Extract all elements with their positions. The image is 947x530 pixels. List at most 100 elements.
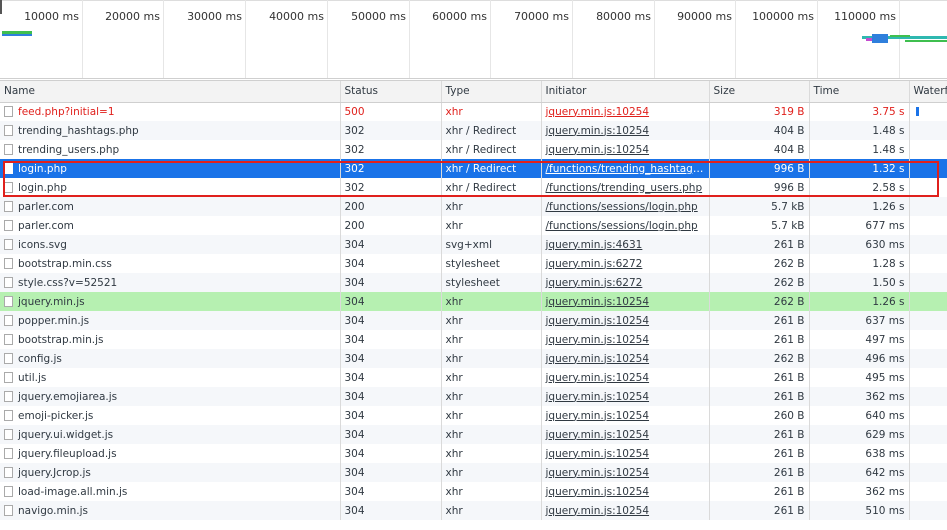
cell-name[interactable]: feed.php?initial=1 [0,102,340,121]
initiator-link[interactable]: jquery.min.js:10254 [546,391,650,403]
table-row[interactable]: util.js 304 xhr jquery.min.js:10254 261 B 495… [0,368,947,387]
initiator-link[interactable]: jquery.min.js:6272 [546,277,643,289]
initiator-link[interactable]: jquery.min.js:10254 [546,334,650,346]
cell-initiator: jquery.min.js:10254 [540,406,709,425]
table-row[interactable]: navigo.min.js 304 xhr jquery.min.js:10254 26… [0,501,947,520]
request-name[interactable]: parler.com [18,220,74,232]
cell-name[interactable]: bootstrap.min.js [0,330,340,349]
cell-name[interactable]: trending_hashtags.php [0,121,340,140]
column-header-initiator[interactable]: Initiator [540,81,709,103]
cell-initiator: jquery.min.js:10254 [540,387,709,406]
cell-name[interactable]: util.js [0,368,340,387]
table-row[interactable]: feed.php?initial=1 500 xhr jquery.min.js:10… [0,102,947,121]
initiator-link[interactable]: jquery.min.js:10254 [546,106,650,118]
request-name[interactable]: bootstrap.min.css [18,258,112,270]
request-name[interactable]: config.js [18,353,62,365]
table-row[interactable]: jquery.ui.widget.js 304 xhr jquery.min.js:1… [0,425,947,444]
file-icon [4,371,13,383]
cell-name[interactable]: jquery.fileupload.js [0,444,340,463]
initiator-link[interactable]: jquery.min.js:10254 [546,125,650,137]
cell-name[interactable]: navigo.min.js [0,501,340,520]
initiator-link[interactable]: /functions/sessions/login.php [546,201,698,213]
table-row[interactable]: parler.com 200 xhr/functions/sessions/logi… [0,197,947,216]
initiator-link[interactable]: jquery.min.js:10254 [546,353,650,365]
initiator-link[interactable]: jquery.min.js:10254 [546,505,650,517]
cell-name[interactable]: login.php [0,178,340,197]
table-row[interactable]: load-image.all.min.js 304 xhr jquery.min.js… [0,482,947,501]
cell-name[interactable]: jquery.ui.widget.js [0,425,340,444]
request-name[interactable]: util.js [18,372,46,384]
table-row[interactable]: jquery.min.js 304 xhr jquery.min.js:10254 26… [0,292,947,311]
initiator-link[interactable]: jquery.min.js:6272 [546,258,643,270]
table-row[interactable]: popper.min.js 304 xhr jquery.min.js:10254 26… [0,311,947,330]
initiator-link[interactable]: /functions/trending_hashtags.p... [546,163,710,175]
cell-name[interactable]: parler.com [0,216,340,235]
request-name[interactable]: icons.svg [18,239,67,251]
initiator-link[interactable]: jquery.min.js:10254 [546,448,650,460]
table-row[interactable]: login.php 302 xhr / Redirect/functions/tre… [0,178,947,197]
initiator-link[interactable]: jquery.min.js:10254 [546,315,650,327]
table-row[interactable]: jquery.Jcrop.js 304 xhr jquery.min.js:10254… [0,463,947,482]
initiator-link[interactable]: jquery.min.js:4631 [546,239,643,251]
initiator-link[interactable]: jquery.min.js:10254 [546,144,650,156]
request-name[interactable]: jquery.min.js [18,296,85,308]
table-row[interactable]: bootstrap.min.js 304 xhr jquery.min.js:1025… [0,330,947,349]
request-name[interactable]: jquery.fileupload.js [18,448,117,460]
cell-name[interactable]: style.css?v=52521 [0,273,340,292]
request-name[interactable]: navigo.min.js [18,505,88,517]
request-name[interactable]: jquery.Jcrop.js [18,467,91,479]
column-header-time[interactable]: Time [808,81,909,103]
initiator-link[interactable]: jquery.min.js:10254 [546,486,650,498]
cell-name[interactable]: config.js [0,349,340,368]
request-name[interactable]: jquery.ui.widget.js [18,429,113,441]
table-row[interactable]: trending_hashtags.php 302 xhr / Redirect jq… [0,121,947,140]
cell-name[interactable]: parler.com [0,197,340,216]
request-name[interactable]: style.css?v=52521 [18,277,117,289]
table-row[interactable]: parler.com 200 xhr/functions/sessions/logi… [0,216,947,235]
table-row[interactable]: jquery.emojiarea.js 304 xhr jquery.min.js:1… [0,387,947,406]
cell-name[interactable]: emoji-picker.js [0,406,340,425]
request-name[interactable]: emoji-picker.js [18,410,93,422]
table-row[interactable]: trending_users.php 302 xhr / Redirect jquer… [0,140,947,159]
column-header-waterfall[interactable]: Waterfa [908,81,947,103]
cell-name[interactable]: jquery.Jcrop.js [0,463,340,482]
initiator-link[interactable]: /functions/trending_users.php [546,182,703,194]
cell-name[interactable]: icons.svg [0,235,340,254]
request-name[interactable]: trending_hashtags.php [18,125,139,137]
network-request-table[interactable]: Name Status Type Initiator Size Time Wat… [0,80,947,530]
initiator-link[interactable]: /functions/sessions/login.php [546,220,698,232]
column-header-name[interactable]: Name [0,81,340,103]
request-name[interactable]: bootstrap.min.js [18,334,104,346]
request-name[interactable]: feed.php?initial=1 [18,106,115,118]
request-name[interactable]: parler.com [18,201,74,213]
timeline-overview[interactable]: 10000 ms 20000 ms 30000 ms 40000 ms 50000 ms… [0,0,947,79]
initiator-link[interactable]: jquery.min.js:10254 [546,467,650,479]
cell-name[interactable]: bootstrap.min.css [0,254,340,273]
cell-name[interactable]: jquery.min.js [0,292,340,311]
table-row[interactable]: jquery.fileupload.js 304 xhr jquery.min.js:… [0,444,947,463]
column-header-size[interactable]: Size [708,81,809,103]
initiator-link[interactable]: jquery.min.js:10254 [546,429,650,441]
cell-name[interactable]: trending_users.php [0,140,340,159]
table-row[interactable]: login.php 302 xhr / Redirect/functions/tre… [0,159,947,178]
table-row[interactable]: style.css?v=52521 304 stylesheet jquery.min… [0,273,947,292]
cell-name[interactable]: popper.min.js [0,311,340,330]
table-row[interactable]: emoji-picker.js 304 xhr jquery.min.js:10254… [0,406,947,425]
initiator-link[interactable]: jquery.min.js:10254 [546,372,650,384]
request-name[interactable]: jquery.emojiarea.js [18,391,117,403]
initiator-link[interactable]: jquery.min.js:10254 [546,296,650,308]
table-row[interactable]: icons.svg 304 svg+xml jquery.min.js:4631 261… [0,235,947,254]
cell-name[interactable]: load-image.all.min.js [0,482,340,501]
table-row[interactable]: config.js 304 xhr jquery.min.js:10254 262 B4… [0,349,947,368]
column-header-status[interactable]: Status [339,81,441,103]
initiator-link[interactable]: jquery.min.js:10254 [546,410,650,422]
request-name[interactable]: trending_users.php [18,144,119,156]
request-name[interactable]: login.php [18,182,67,194]
table-row[interactable]: bootstrap.min.css 304 stylesheet jquery.min… [0,254,947,273]
cell-name[interactable]: login.php [0,159,340,178]
cell-name[interactable]: jquery.emojiarea.js [0,387,340,406]
column-header-type[interactable]: Type [440,81,541,103]
request-name[interactable]: load-image.all.min.js [18,486,127,498]
request-name[interactable]: login.php [18,163,67,175]
request-name[interactable]: popper.min.js [18,315,89,327]
